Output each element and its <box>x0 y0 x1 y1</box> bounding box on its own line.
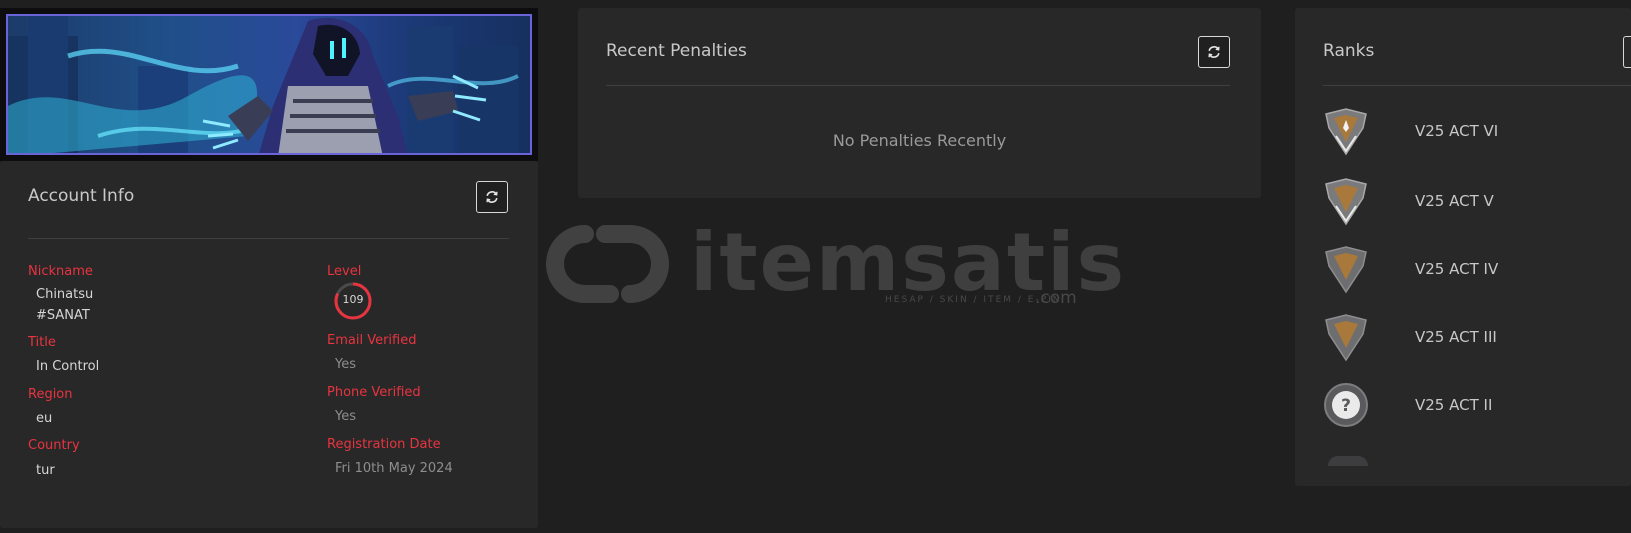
unranked-question-icon: ? <box>1324 383 1368 427</box>
registration-date-label: Registration Date <box>327 437 441 452</box>
chain-logo-icon <box>546 225 669 303</box>
ranks-refresh-button[interactable] <box>1623 36 1631 68</box>
watermark-brand: itemsatis <box>690 216 1127 309</box>
region-value: eu <box>36 411 53 426</box>
level-value: 109 <box>342 293 364 306</box>
rank-name: V25 ACT III <box>1415 328 1497 346</box>
title-label: Title <box>28 335 56 350</box>
rank-diamond-icon <box>1325 178 1367 226</box>
rank-item: V25 ACT V <box>1323 174 1623 228</box>
email-verified-label: Email Verified <box>327 333 417 348</box>
level-badge: 109 <box>333 281 373 321</box>
rank-item: ? V25 ACT II <box>1323 378 1623 432</box>
profile-banner <box>0 8 538 161</box>
account-info-panel: Account Info Nickname Chinatsu #SANAT Ti… <box>0 161 538 528</box>
refresh-icon <box>1208 46 1220 58</box>
ranks-divider <box>1323 85 1631 86</box>
ranks-panel: Ranks V25 ACT VI V25 ACT V V25 ACT IV V2… <box>1295 8 1631 486</box>
title-value: In Control <box>36 359 100 374</box>
nickname-label: Nickname <box>28 264 93 279</box>
watermark-tagline: HESAP / SKIN / ITEM / E-PIN <box>885 295 1062 305</box>
account-info-refresh-button[interactable] <box>476 181 508 213</box>
rank-diamond-icon <box>1325 314 1367 362</box>
recent-penalties-title: Recent Penalties <box>606 41 747 61</box>
rank-item-partial <box>1328 456 1368 466</box>
email-verified-value: Yes <box>335 357 356 372</box>
country-value: tur <box>36 463 55 478</box>
rank-item: V25 ACT IV <box>1323 242 1623 296</box>
svg-text:?: ? <box>1341 396 1351 416</box>
rank-item: V25 ACT VI <box>1323 104 1623 158</box>
ranks-title: Ranks <box>1323 41 1375 61</box>
phone-verified-value: Yes <box>335 409 356 424</box>
recent-penalties-panel: Recent Penalties No Penalties Recently <box>578 8 1261 198</box>
rank-name: V25 ACT II <box>1415 396 1493 414</box>
rank-diamond-icon <box>1325 108 1367 156</box>
account-info-title: Account Info <box>28 186 135 206</box>
nickname-value-tag: #SANAT <box>36 308 90 323</box>
nickname-value-name: Chinatsu <box>36 287 94 302</box>
rank-name: V25 ACT VI <box>1415 122 1499 140</box>
banner-artwork <box>6 14 532 155</box>
rank-diamond-icon <box>1325 246 1367 294</box>
no-penalties-message: No Penalties Recently <box>832 131 1007 150</box>
level-label: Level <box>327 264 362 279</box>
refresh-icon <box>486 191 498 203</box>
registration-date-value: Fri 10th May 2024 <box>335 461 453 476</box>
rank-name: V25 ACT IV <box>1415 260 1499 278</box>
itemsatis-watermark: itemsatis HESAP / SKIN / ITEM / E-PIN .c… <box>540 216 1124 312</box>
recent-penalties-refresh-button[interactable] <box>1198 36 1230 68</box>
recent-penalties-divider <box>606 85 1230 86</box>
rank-name: V25 ACT V <box>1415 192 1494 210</box>
rank-item: V25 ACT III <box>1323 310 1623 364</box>
country-label: Country <box>28 438 80 453</box>
account-info-divider <box>28 238 509 239</box>
phone-verified-label: Phone Verified <box>327 385 421 400</box>
watermark-suffix: .com <box>1035 288 1077 308</box>
region-label: Region <box>28 387 73 402</box>
